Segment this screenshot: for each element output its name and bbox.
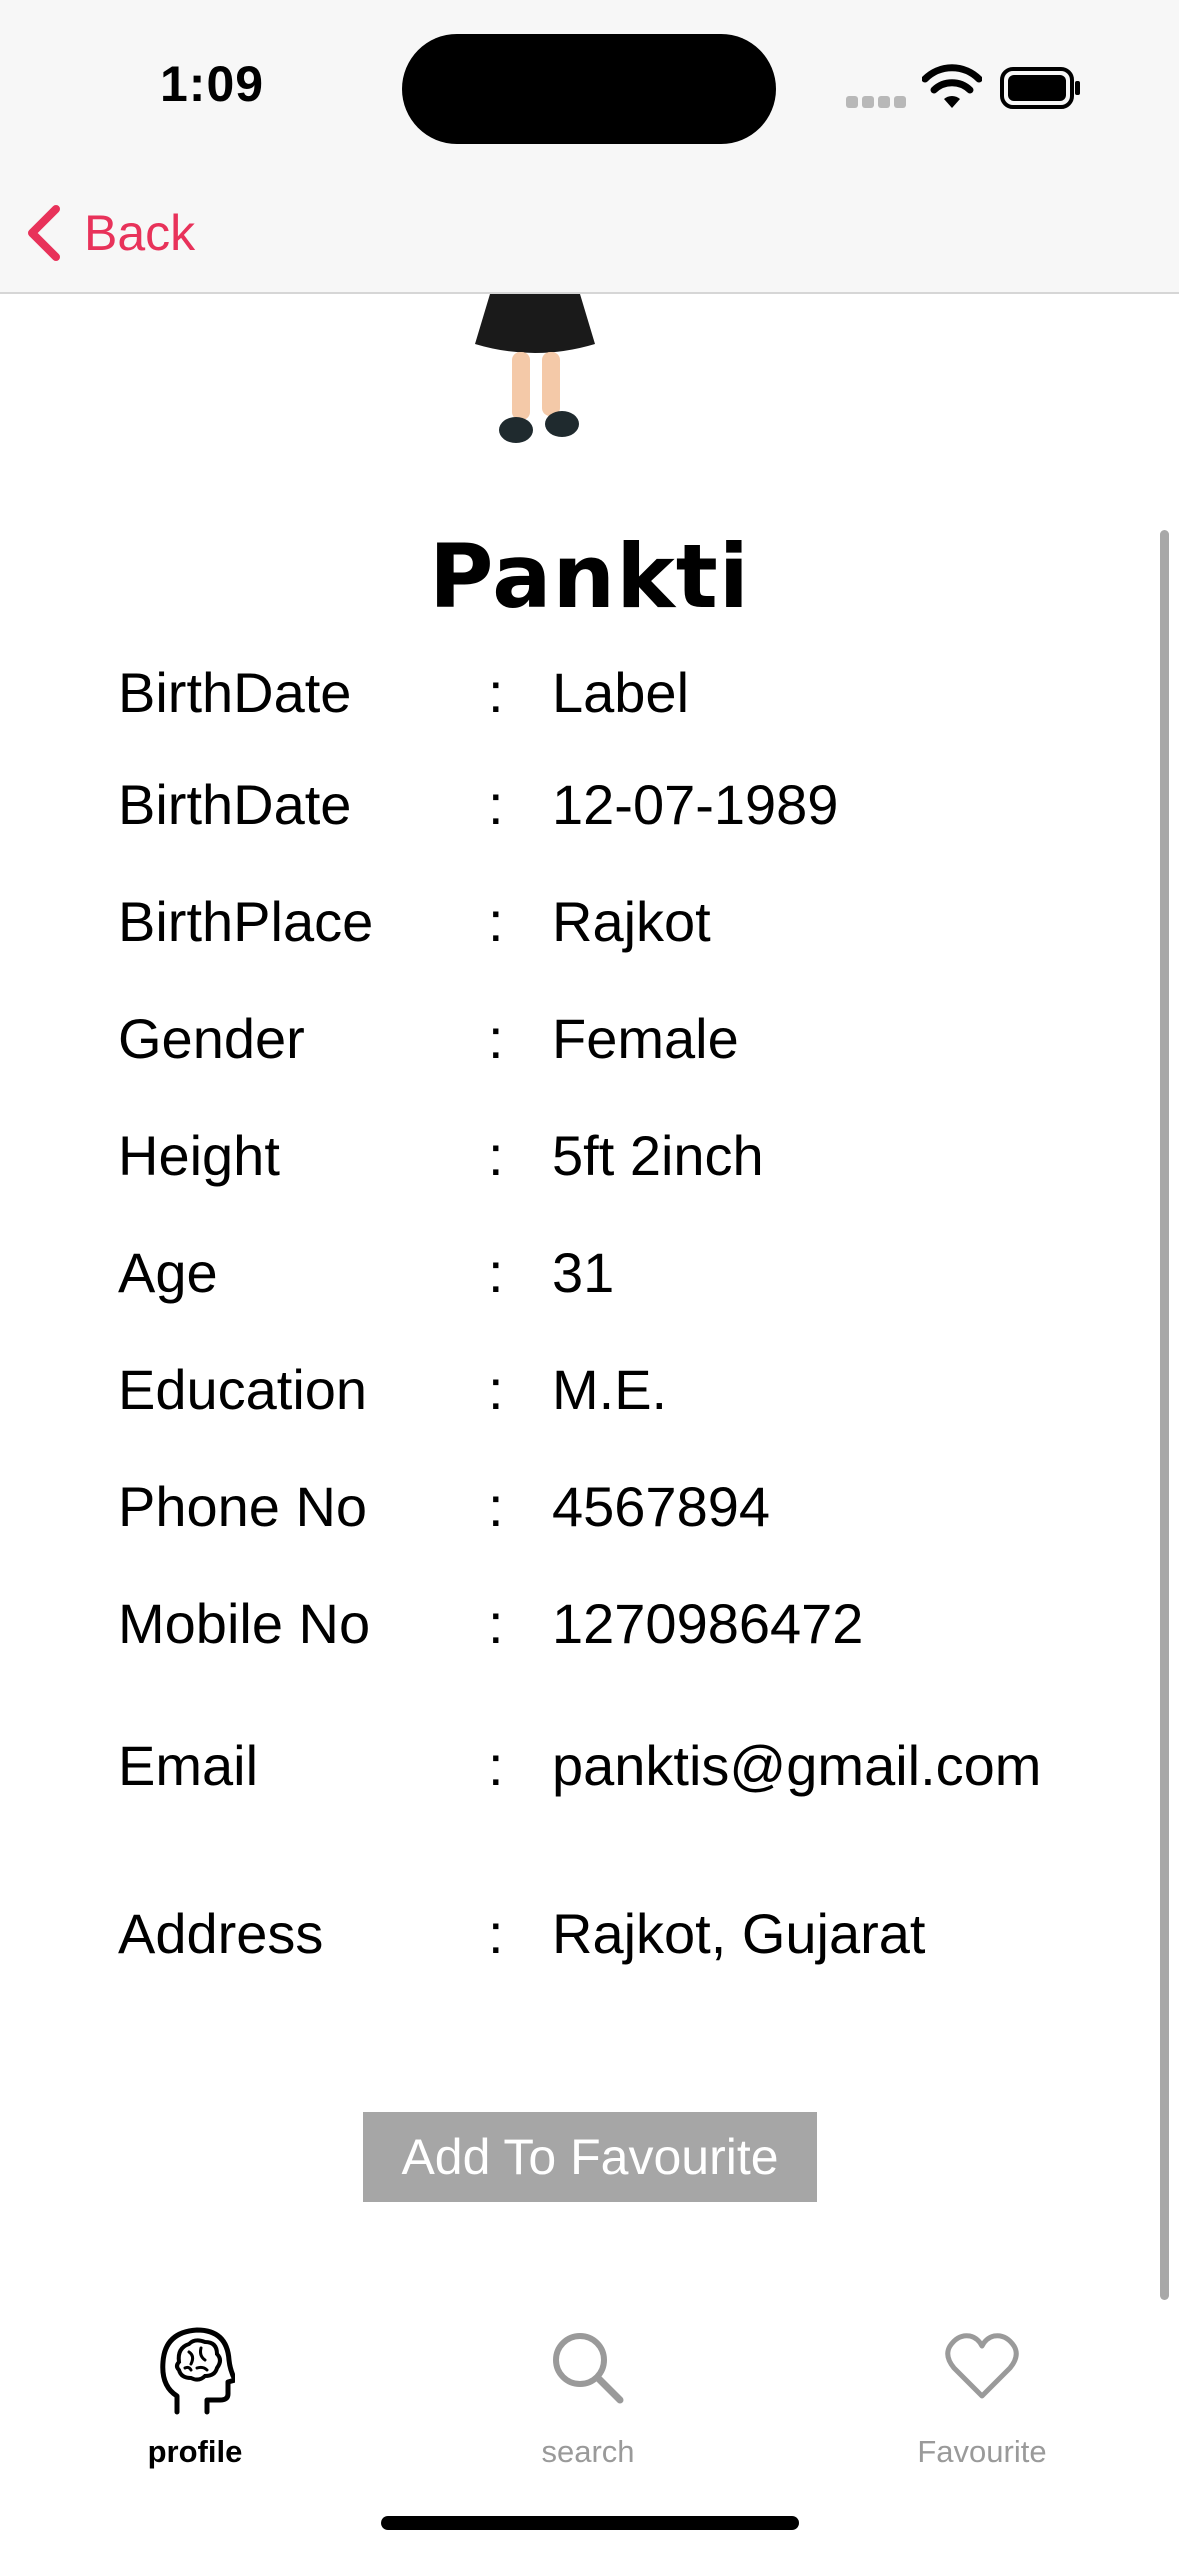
detail-value: panktis@gmail.com [552,1734,1042,1797]
detail-label: BirthDate [118,661,352,724]
tab-search-label: search [541,2434,635,2469]
detail-label: Mobile No [118,1592,371,1655]
navigation-bar: Back [0,176,1179,294]
search-icon [553,2333,624,2404]
detail-value: Label [552,661,690,724]
brain-head-icon [160,2327,235,2415]
dynamic-island [402,34,776,144]
back-label: Back [84,205,196,261]
detail-value: 1270986472 [552,1592,864,1655]
status-time: 1:09 [160,56,265,112]
detail-row: Phone No : 4567894 [0,1472,1179,1542]
detail-label: Email [118,1734,259,1797]
detail-label: BirthPlace [118,890,374,953]
detail-label: Address [118,1902,324,1965]
heart-icon [945,2333,1019,2399]
detail-value: 5ft 2inch [552,1124,764,1187]
detail-row: Email : panktis@gmail.com [0,1731,1179,1801]
add-to-favourite-button[interactable]: Add To Favourite [363,2112,817,2202]
detail-separator: : [488,1241,504,1304]
detail-row: Education : M.E. [0,1355,1179,1425]
battery-icon [1000,67,1080,109]
home-indicator[interactable] [381,2516,799,2530]
tab-profile[interactable]: profile [95,2324,295,2474]
detail-row: Age : 31 [0,1238,1179,1308]
avatar-illustration [475,294,595,443]
tab-favourite[interactable]: Favourite [882,2324,1082,2474]
tab-search[interactable]: search [488,2324,688,2474]
detail-row: Gender : Female [0,1004,1179,1074]
detail-label: Age [118,1241,218,1304]
detail-row: BirthPlace : Rajkot [0,887,1179,957]
detail-separator: : [488,1734,504,1797]
detail-label: BirthDate [118,773,352,836]
detail-value: 31 [552,1241,615,1304]
detail-row: BirthDate : 12-07-1989 [0,770,1179,840]
detail-row: BirthDate : Label [0,658,1179,728]
detail-value: 4567894 [552,1475,771,1538]
detail-separator: : [488,1007,504,1070]
detail-label: Phone No [118,1475,368,1538]
detail-label: Height [118,1124,280,1187]
status-bar: 1:09 [0,0,1179,176]
detail-row: Mobile No : 1270986472 [0,1589,1179,1659]
profile-name: Pankti [429,525,750,628]
detail-row: Address : Rajkot, Gujarat [0,1899,1179,1969]
detail-separator: : [488,1358,504,1421]
detail-separator: : [488,1592,504,1655]
detail-label: Education [118,1358,368,1421]
back-button[interactable]: Back [24,198,195,268]
wifi-icon [922,64,982,108]
detail-separator: : [488,1475,504,1538]
detail-label: Gender [118,1007,305,1070]
detail-value: Female [552,1007,739,1070]
cellular-signal-icon [846,96,906,108]
detail-separator: : [488,890,504,953]
detail-separator: : [488,1902,504,1965]
detail-separator: : [488,661,504,724]
tab-favourite-label: Favourite [917,2434,1047,2469]
detail-value: 12-07-1989 [552,773,839,836]
detail-row: Height : 5ft 2inch [0,1121,1179,1191]
detail-separator: : [488,1124,504,1187]
chevron-left-icon [28,205,60,261]
detail-separator: : [488,773,504,836]
detail-value: Rajkot [552,890,711,953]
tab-profile-label: profile [147,2434,243,2469]
detail-value: M.E. [552,1358,668,1421]
detail-value: Rajkot, Gujarat [552,1902,926,1965]
